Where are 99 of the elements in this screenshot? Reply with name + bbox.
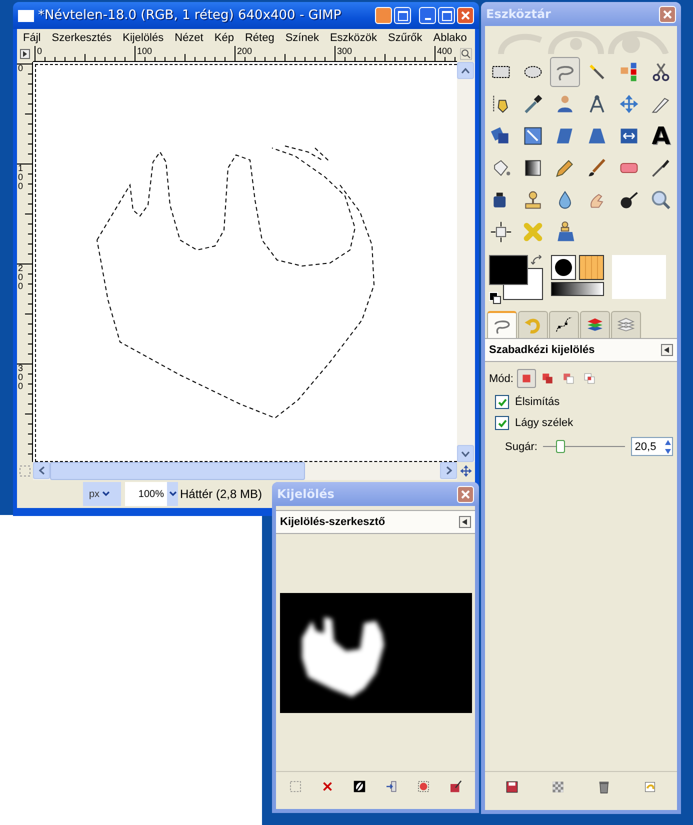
menu-item[interactable]: Színek xyxy=(285,32,319,44)
brush-preview[interactable] xyxy=(551,255,576,280)
triangle-left-icon xyxy=(462,519,468,525)
status-text: Háttér (2,8 MB) xyxy=(180,487,262,501)
menu-item[interactable]: Fájl xyxy=(23,32,41,44)
dock-tab[interactable] xyxy=(549,311,579,338)
stroke-selection-icon xyxy=(416,779,431,794)
window-icon[interactable] xyxy=(394,7,411,24)
paintbrush-icon xyxy=(586,157,608,179)
pencil-icon xyxy=(554,157,576,179)
close-icon xyxy=(663,10,672,18)
scroll-thumb[interactable] xyxy=(50,462,305,480)
image-thumbnail-icon xyxy=(18,10,34,22)
background-color-swatch[interactable] xyxy=(503,268,543,300)
ruler-label: 200 xyxy=(237,46,252,56)
align-icon xyxy=(490,221,512,243)
checkbox-label: Lágy szélek xyxy=(515,417,574,429)
ruler-label: 300 xyxy=(337,46,352,56)
menu-button[interactable] xyxy=(375,7,392,24)
triangle-left-icon xyxy=(664,347,670,353)
gradient-icon xyxy=(522,157,544,179)
dock-tab[interactable] xyxy=(580,311,610,338)
invert-icon xyxy=(352,779,368,794)
checkbox-label: Élsimítás xyxy=(515,396,560,408)
tab-menu-button[interactable] xyxy=(459,516,471,528)
vertical-scrollbar[interactable] xyxy=(457,62,475,462)
dodge-burn-icon xyxy=(618,189,640,211)
mode-button[interactable] xyxy=(517,369,536,388)
union-icon xyxy=(541,372,554,385)
close-icon xyxy=(461,11,470,20)
reset-icon xyxy=(642,779,658,795)
tool-options-title: Szabadkézi kijelölés xyxy=(489,344,595,356)
intersect-icon xyxy=(583,372,596,385)
text-tool-icon: A xyxy=(652,124,670,148)
dock-tab[interactable] xyxy=(487,311,517,338)
scale-icon xyxy=(522,125,544,147)
menu-item[interactable]: Nézet xyxy=(174,32,204,44)
unit-dropdown[interactable]: px xyxy=(83,482,121,506)
mode-label: Mód: xyxy=(489,372,514,384)
close-button[interactable] xyxy=(457,7,474,24)
paint-selection-icon xyxy=(448,779,463,794)
eyedropper-icon xyxy=(522,93,544,115)
tab-menu-button[interactable] xyxy=(661,344,673,356)
minimize-button[interactable] xyxy=(419,7,436,24)
magnifier-icon xyxy=(650,189,672,211)
bandage-icon xyxy=(522,221,544,243)
ruler-label: 300 xyxy=(18,364,24,391)
scroll-down-button[interactable] xyxy=(457,445,474,462)
horizontal-scrollbar[interactable] xyxy=(33,462,457,480)
ruler-label: 200 xyxy=(18,264,24,291)
window-title: *Névtelen-18.0 (RGB, 1 réteg) 640x400 - GIMP xyxy=(38,8,342,23)
scissors-icon xyxy=(650,61,672,83)
slider-thumb[interactable] xyxy=(556,440,565,453)
maximize-button[interactable] xyxy=(438,7,455,24)
ruler-menu-button[interactable] xyxy=(17,46,33,62)
menu-item[interactable]: Ablako xyxy=(433,32,467,44)
menu-item[interactable]: Szerkesztés xyxy=(52,32,112,44)
subtract-icon xyxy=(562,372,576,385)
four-arrow-icon xyxy=(459,464,473,478)
tool-button[interactable]: A xyxy=(646,121,676,151)
pattern-preview[interactable] xyxy=(579,255,604,280)
ruler-label: 100 xyxy=(137,46,152,56)
ruler-label: 400 xyxy=(437,46,452,56)
dock-tab[interactable] xyxy=(611,311,641,338)
floppy-icon xyxy=(504,779,520,795)
default-colors-icon[interactable] xyxy=(489,292,500,303)
checkbox[interactable] xyxy=(495,395,509,409)
scroll-right-button[interactable] xyxy=(440,462,457,479)
scroll-up-button[interactable] xyxy=(457,62,474,79)
checker-icon xyxy=(550,779,566,795)
caret-icon xyxy=(102,491,110,497)
arrow-into-icon xyxy=(384,779,399,794)
radius-field[interactable]: 20,5 xyxy=(630,437,673,456)
checkbox[interactable] xyxy=(495,416,509,430)
move-icon xyxy=(618,93,640,115)
menu-item[interactable]: Szűrők xyxy=(388,32,422,44)
scroll-left-button[interactable] xyxy=(33,462,50,479)
menu-item[interactable]: Kép xyxy=(214,32,234,44)
ruler-label: 0 xyxy=(37,46,42,56)
stamp-icon xyxy=(522,189,544,211)
close-icon xyxy=(461,490,470,498)
square-icon xyxy=(520,372,534,385)
radius-label: Sugár: xyxy=(505,440,538,452)
window-title: Kijelölés xyxy=(277,487,334,501)
zoom-dropdown[interactable]: 100% xyxy=(125,482,178,506)
menu-item[interactable]: Réteg xyxy=(244,32,274,44)
dashed-square-icon xyxy=(288,779,304,794)
zoom-icon[interactable] xyxy=(457,46,475,62)
airbrush-icon xyxy=(650,157,672,179)
menu-item[interactable]: Eszközök xyxy=(330,32,378,44)
spin-arrows-icon[interactable] xyxy=(664,438,672,456)
panel-title: Kijelölés-szerkesztő xyxy=(280,516,386,528)
window-title: Eszköztár xyxy=(486,7,551,21)
menu-item[interactable]: Kijelölés xyxy=(122,32,164,44)
caret-icon xyxy=(168,491,176,497)
ruler-label: 0 xyxy=(18,64,24,73)
foreground-color-swatch[interactable] xyxy=(489,255,528,285)
gradient-preview[interactable] xyxy=(551,282,604,296)
ruler-label: 100 xyxy=(18,164,24,191)
